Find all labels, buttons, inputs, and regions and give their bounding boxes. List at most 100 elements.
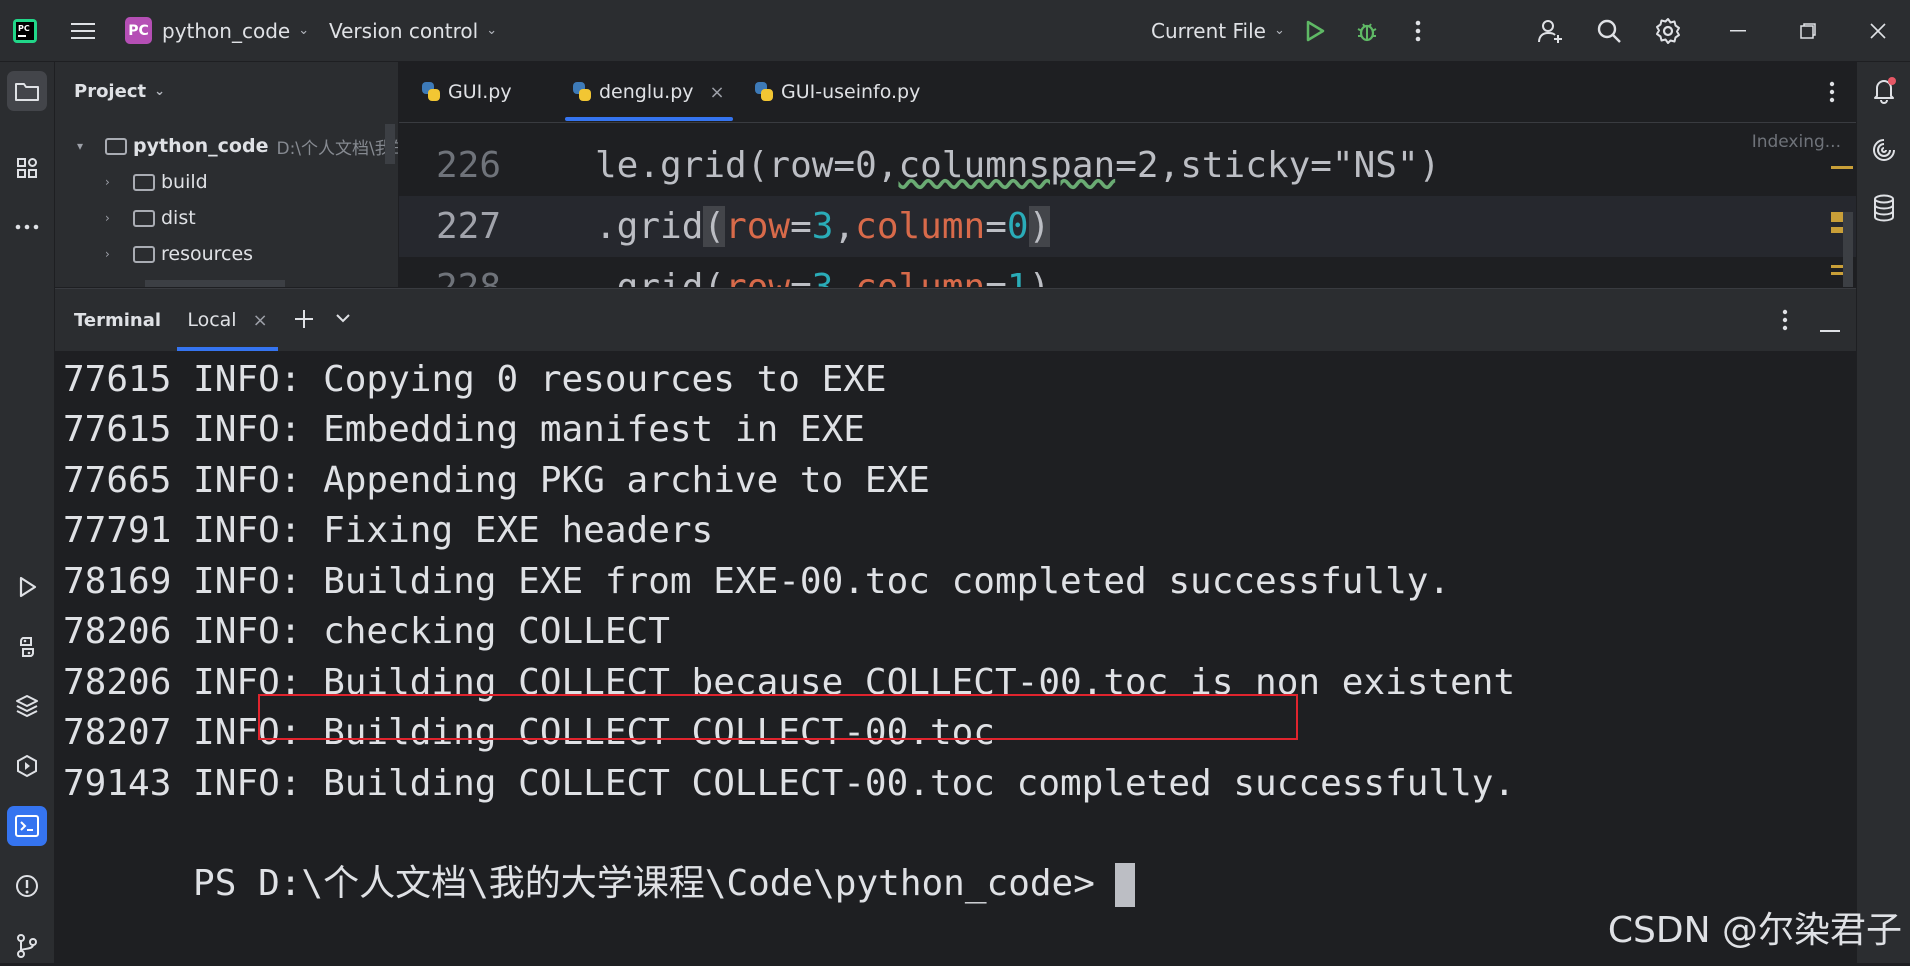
restore-icon[interactable] xyxy=(1796,0,1820,61)
svg-text:PC: PC xyxy=(18,24,30,33)
success-highlight-box xyxy=(258,694,1298,740)
folder-icon xyxy=(133,245,155,263)
project-folder-icon[interactable] xyxy=(7,71,47,111)
code-line[interactable]: 228 .grid(row=3,column=1) xyxy=(399,257,1857,287)
tab-denglu-py[interactable]: denglu.py × xyxy=(565,62,733,122)
line-number: 228 xyxy=(429,267,501,287)
terminal-line: 77665 INFO: Appending PKG archive to EXE xyxy=(63,460,930,501)
run-config-selector[interactable]: Current File ⌄ xyxy=(1151,0,1285,61)
code-text: .grid(row=3,column=1) xyxy=(595,267,1050,287)
chevron-down-icon: ⌄ xyxy=(298,23,310,38)
search-icon[interactable] xyxy=(1594,0,1624,61)
folder-icon xyxy=(133,173,155,191)
folder-icon xyxy=(133,209,155,227)
terminal-dropdown-chevron-icon[interactable] xyxy=(334,309,352,331)
terminal-cursor xyxy=(1114,863,1135,907)
editor-area: GUI.py denglu.py × GUI-useinfo.py Indexi… xyxy=(399,62,1857,287)
debug-icon[interactable] xyxy=(1354,0,1380,61)
terminal-panel: Terminal Local × 77615 INFO: Copying 0 r… xyxy=(55,288,1856,964)
git-icon[interactable] xyxy=(7,926,47,966)
project-panel: Project ⌄ ▾ python_code D:\个人文档\我的 › bui… xyxy=(55,62,399,287)
line-number: 227 xyxy=(435,206,501,247)
tree-item-dist[interactable]: › dist xyxy=(105,200,196,236)
more-actions-icon[interactable] xyxy=(1410,0,1426,61)
tree-item-label: resources xyxy=(161,243,254,265)
title-bar: PC PC python_code ⌄ Version control ⌄ Cu… xyxy=(0,0,1910,62)
run-tool-icon[interactable] xyxy=(7,567,47,607)
terminal-line: 78169 INFO: Building EXE from EXE-00.toc… xyxy=(63,561,1451,602)
terminal-line: 77791 INFO: Fixing EXE headers xyxy=(63,510,714,551)
python-packages-icon[interactable] xyxy=(7,686,47,726)
tree-root-python-code[interactable]: ▾ python_code D:\个人文档\我的 xyxy=(77,128,399,164)
tab-label: GUI.py xyxy=(448,81,512,103)
run-config-label: Current File xyxy=(1151,18,1266,43)
tab-close-icon[interactable]: × xyxy=(253,310,268,331)
tree-item-label: build xyxy=(161,171,208,193)
editor-tabs: GUI.py denglu.py × GUI-useinfo.py xyxy=(399,62,1857,123)
terminal-more-icon[interactable] xyxy=(1782,309,1788,335)
database-icon[interactable] xyxy=(1864,188,1904,228)
code-text: .grid(row=3,column=0) xyxy=(595,206,1051,247)
more-tools-icon[interactable] xyxy=(7,207,47,247)
ai-assistant-icon[interactable] xyxy=(1864,130,1904,170)
tab-close-icon[interactable]: × xyxy=(710,82,725,103)
services-icon[interactable] xyxy=(7,746,47,786)
vertical-scrollbar[interactable] xyxy=(385,124,395,164)
python-file-icon xyxy=(753,81,775,103)
terminal-output[interactable]: 77615 INFO: Copying 0 resources to EXE 7… xyxy=(63,351,1853,964)
line-number: 226 xyxy=(435,145,501,186)
watermark: CSDN @尔染君子 xyxy=(1607,910,1902,951)
vcs-label: Version control xyxy=(329,18,479,43)
chevron-down-icon: ⌄ xyxy=(486,23,498,38)
settings-gear-icon[interactable] xyxy=(1653,0,1683,61)
terminal-minimize-icon[interactable] xyxy=(1820,318,1840,337)
new-terminal-plus-icon[interactable] xyxy=(292,307,316,335)
terminal-tab-local[interactable]: Local × xyxy=(177,289,278,351)
add-user-icon[interactable] xyxy=(1535,0,1565,61)
tab-gui-py[interactable]: GUI.py xyxy=(420,62,512,122)
python-console-icon[interactable] xyxy=(7,627,47,667)
terminal-line: 79143 INFO: Building COLLECT COLLECT-00.… xyxy=(63,763,1516,804)
app-logo-icon: PC xyxy=(10,0,40,61)
tabs-more-icon[interactable] xyxy=(1829,81,1835,107)
terminal-prompt-line[interactable]: PS D:\个人文档\我的大学课程\Code\python_code> xyxy=(63,809,1135,907)
code-line[interactable]: 226 le.grid(row=0,columnspan=2,sticky="N… xyxy=(399,135,1857,196)
python-file-icon xyxy=(571,81,593,103)
left-tool-bar xyxy=(0,62,55,963)
terminal-line: 78206 INFO: checking COLLECT xyxy=(63,611,670,652)
terminal-tab-label: Local xyxy=(187,309,237,331)
project-switcher[interactable]: PC python_code ⌄ xyxy=(125,0,309,61)
python-file-icon xyxy=(420,81,442,103)
terminal-icon[interactable] xyxy=(7,806,47,846)
tree-item-build[interactable]: › build xyxy=(105,164,208,200)
folder-icon xyxy=(105,137,127,155)
minimize-icon[interactable] xyxy=(1726,0,1750,61)
tree-item-resources[interactable]: › resources xyxy=(105,236,253,272)
run-icon[interactable] xyxy=(1302,0,1328,61)
tab-label: denglu.py xyxy=(599,81,694,103)
main-menu-icon[interactable] xyxy=(68,0,98,61)
tree-root-path: D:\个人文档\我的 xyxy=(276,138,399,159)
close-icon[interactable] xyxy=(1866,0,1890,61)
terminal-header: Terminal Local × xyxy=(55,289,1856,351)
marker-warning[interactable] xyxy=(1831,166,1853,169)
horizontal-scrollbar[interactable] xyxy=(145,280,285,287)
terminal-title: Terminal xyxy=(74,309,162,331)
editor-scrollbar[interactable] xyxy=(1843,212,1853,287)
project-name: python_code xyxy=(162,18,291,43)
terminal-line: 77615 INFO: Copying 0 resources to EXE xyxy=(63,359,887,400)
structure-icon[interactable] xyxy=(7,148,47,188)
chevron-down-icon: ⌄ xyxy=(154,83,165,99)
tab-gui-useinfo-py[interactable]: GUI-useinfo.py xyxy=(753,62,920,122)
tree-root-label: python_code xyxy=(133,135,269,157)
right-tool-bar xyxy=(1856,62,1910,963)
project-badge: PC xyxy=(125,17,152,44)
notifications-bell-icon[interactable] xyxy=(1864,70,1904,110)
project-panel-header[interactable]: Project ⌄ xyxy=(55,62,398,120)
vcs-menu[interactable]: Version control ⌄ xyxy=(329,0,497,61)
collapse-arrow-icon: › xyxy=(105,247,110,261)
chevron-down-icon: ⌄ xyxy=(1273,23,1285,38)
problems-icon[interactable] xyxy=(7,866,47,906)
code-line-current[interactable]: 227 .grid(row=3,column=0) xyxy=(399,196,1857,257)
terminal-prompt: PS D:\个人文档\我的大学课程\Code\python_code> xyxy=(193,863,1095,904)
